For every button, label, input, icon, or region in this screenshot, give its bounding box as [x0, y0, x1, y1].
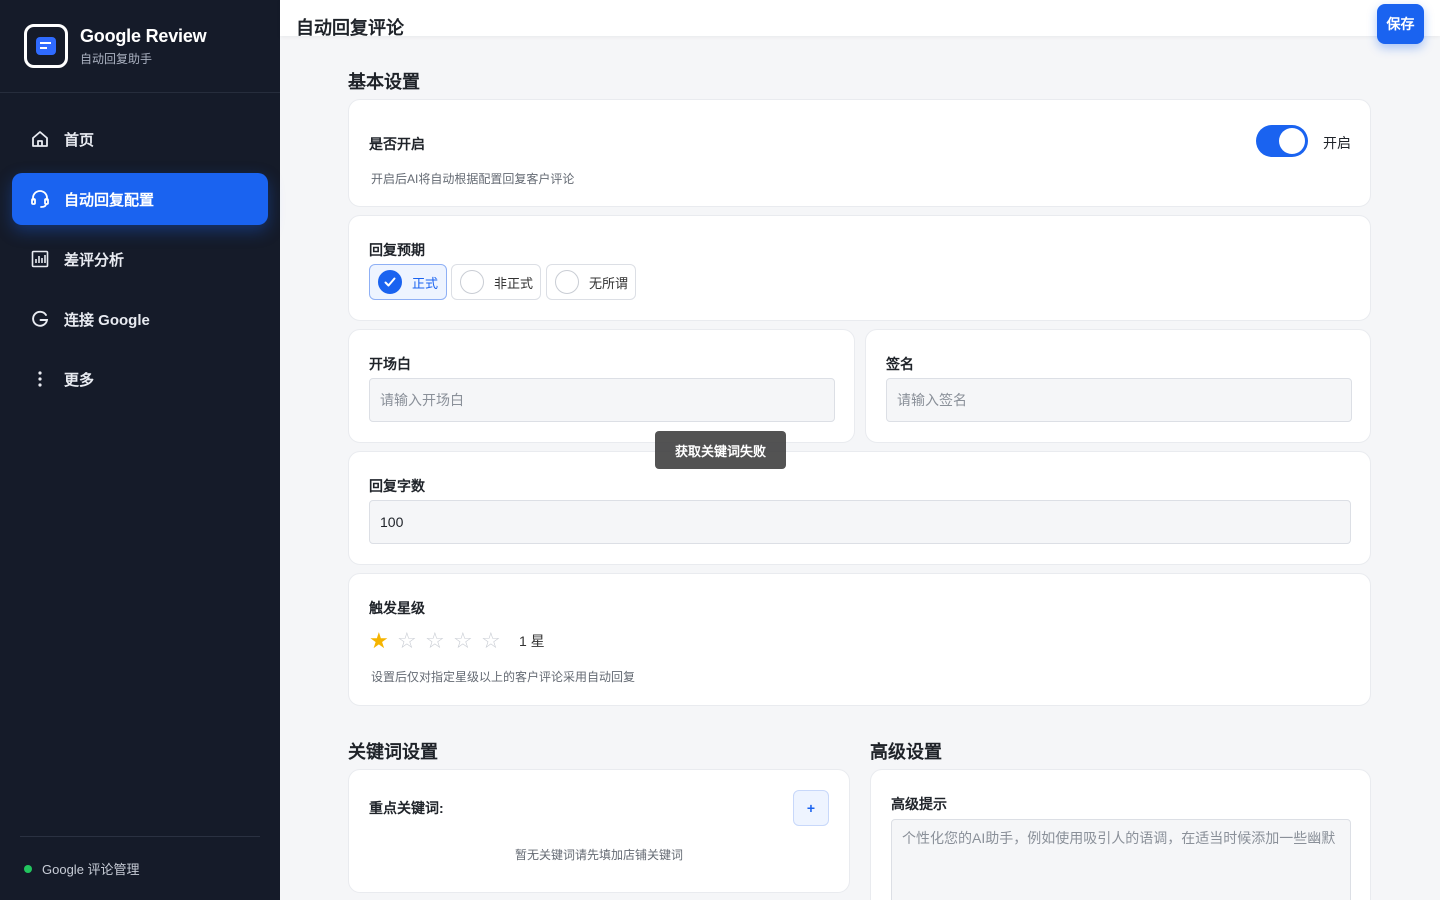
advanced-prompt-textarea[interactable]: [891, 819, 1351, 900]
keyword-settings-title: 关键词设置: [348, 742, 438, 762]
brand-subtitle: 自动回复助手: [80, 51, 153, 66]
enable-label: 是否开启: [369, 136, 425, 152]
tone-option-label: 非正式: [494, 275, 534, 291]
opening-label: 开场白: [369, 356, 411, 372]
top-bar: 自动回复评论: [280, 0, 1440, 38]
tone-option-formal[interactable]: 正式: [369, 264, 447, 300]
trigger-label: 触发星级: [369, 600, 425, 616]
check-icon: [378, 270, 402, 294]
enable-hint: 开启后AI将自动根据配置回复客户评论: [371, 172, 575, 186]
chart-icon: [30, 249, 50, 269]
tone-option-any[interactable]: 无所谓: [546, 264, 636, 300]
advanced-label: 高级提示: [891, 796, 947, 812]
brand: Google Review 自动回复助手: [0, 0, 280, 93]
word-count-card: 回复字数: [348, 451, 1371, 565]
advanced-settings-title: 高级设置: [870, 742, 942, 762]
radio-empty-icon: [555, 270, 579, 294]
tone-label: 回复预期: [369, 242, 425, 258]
sidebar-item-more[interactable]: 更多: [12, 353, 268, 405]
tone-option-label: 正式: [412, 275, 439, 291]
sidebar-item-label: 首页: [64, 131, 95, 149]
headset-icon: [30, 189, 50, 209]
star-icon[interactable]: ☆: [481, 630, 509, 652]
sidebar: Google Review 自动回复助手 首页 自动回复配置 差评分析 连接 G…: [0, 0, 280, 900]
save-button[interactable]: 保存: [1377, 4, 1424, 44]
enable-card: 是否开启 开启 开启后AI将自动根据配置回复客户评论: [348, 99, 1371, 207]
word-count-input[interactable]: [369, 500, 1351, 544]
page-title: 自动回复评论: [296, 18, 404, 38]
enable-toggle[interactable]: [1256, 125, 1308, 157]
status-dot-icon: [24, 864, 32, 873]
more-vertical-icon: [30, 369, 50, 389]
star-icon[interactable]: ☆: [425, 630, 453, 652]
home-icon: [30, 129, 50, 149]
tone-option-informal[interactable]: 非正式: [451, 264, 541, 300]
word-count-label: 回复字数: [369, 478, 425, 494]
error-toast: 获取关键词失败: [655, 431, 786, 469]
sidebar-item-auto-reply[interactable]: 自动回复配置: [12, 173, 268, 225]
trigger-hint: 设置后仅对指定星级以上的客户评论采用自动回复: [371, 670, 636, 684]
signature-card: 签名: [865, 329, 1371, 443]
keywords-label: 重点关键词:: [369, 800, 444, 816]
trigger-card: 触发星级 ★ ☆ ☆ ☆ ☆ 1 星 设置后仅对指定星级以上的客户评论采用自动回…: [348, 573, 1371, 706]
star-icon[interactable]: ★: [369, 630, 397, 652]
radio-empty-icon: [460, 270, 484, 294]
sidebar-item-negative-analysis[interactable]: 差评分析: [12, 233, 268, 285]
sidebar-nav: 首页 自动回复配置 差评分析 连接 Google 更多: [0, 93, 280, 405]
sidebar-item-connect-google[interactable]: 连接 Google: [12, 293, 268, 345]
sidebar-item-label: 差评分析: [64, 251, 125, 269]
brand-title: Google Review: [80, 25, 207, 46]
keywords-empty-text: 暂无关键词请先填加店铺关键词: [514, 848, 683, 862]
advanced-card: 高级提示: [870, 769, 1371, 900]
footer-status-text: Google 评论管理: [42, 862, 140, 877]
tone-card: 回复预期 正式 非正式 无所谓: [348, 215, 1371, 321]
sidebar-item-label: 连接 Google: [64, 311, 150, 329]
tone-option-label: 无所谓: [589, 275, 629, 291]
sidebar-item-label: 自动回复配置: [64, 191, 155, 209]
star-icon[interactable]: ☆: [453, 630, 481, 652]
basic-settings-title: 基本设置: [348, 72, 420, 92]
app-logo-icon: [24, 24, 68, 68]
sidebar-item-home[interactable]: 首页: [12, 113, 268, 165]
rating-text: 1 星: [519, 633, 545, 649]
star-rating: ★ ☆ ☆ ☆ ☆ 1 星: [369, 630, 545, 652]
sidebar-item-label: 更多: [64, 371, 95, 389]
add-keyword-button[interactable]: +: [793, 790, 829, 826]
signature-input[interactable]: [886, 378, 1352, 422]
signature-label: 签名: [886, 356, 914, 372]
sidebar-footer: Google 评论管理: [20, 836, 260, 900]
opening-card: 开场白: [348, 329, 855, 443]
google-g-icon: [30, 309, 50, 329]
enable-state-label: 开启: [1323, 135, 1351, 151]
star-icon[interactable]: ☆: [397, 630, 425, 652]
opening-input[interactable]: [369, 378, 835, 422]
keywords-card: 重点关键词: + 暂无关键词请先填加店铺关键词: [348, 769, 850, 893]
